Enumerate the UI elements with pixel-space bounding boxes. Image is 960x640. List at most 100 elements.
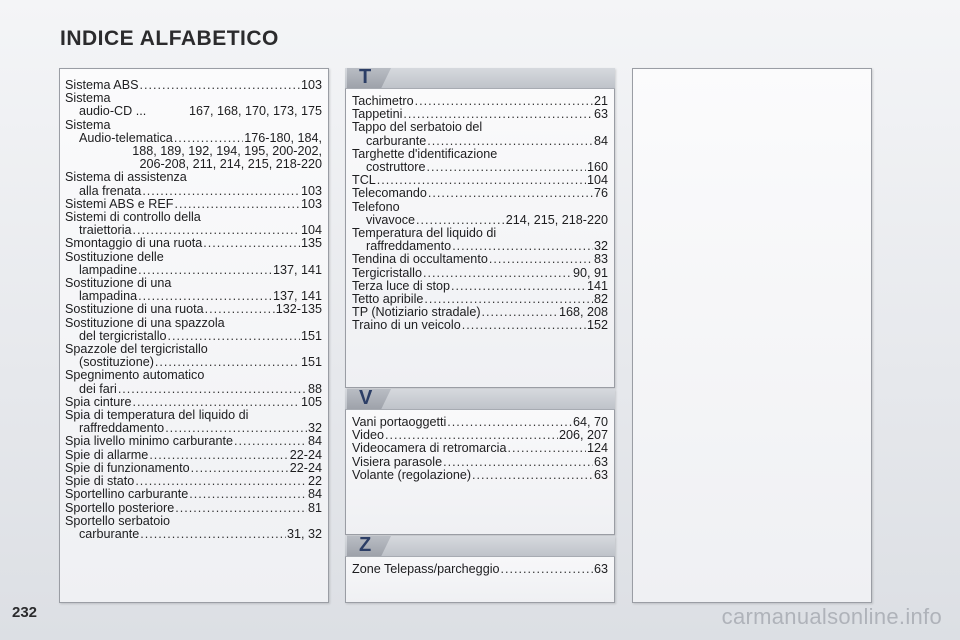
entry-line: Zone Telepass/parcheggio 63 [352, 562, 608, 576]
dot-leader [140, 79, 300, 92]
page-reference: 88 [307, 381, 322, 396]
entry-term: Spazzole del tergicristallo [65, 342, 208, 357]
page-reference: 167, 168, 170, 173, 175 [188, 104, 322, 119]
page-reference: 84 [307, 434, 322, 449]
section-letter: V [359, 387, 373, 409]
section-t: T Tachimetro21Tappetini63Tappo del serba… [345, 66, 615, 388]
page-reference: 63 [593, 562, 608, 576]
page-reference: 83 [593, 252, 608, 267]
dot-leader [234, 435, 307, 448]
index-entry-list: Zone Telepass/parcheggio 63 [352, 562, 608, 576]
entry-term: dei fari [79, 381, 117, 396]
index-entry: Zone Telepass/parcheggio 63 [352, 562, 608, 576]
entry-line: Sistema di assistenza [65, 171, 322, 184]
index-entry-list: Tachimetro21Tappetini63Tappo del serbato… [352, 94, 608, 333]
section-letter: Z [359, 534, 372, 556]
index-entry-list: Vani portaoggetti64, 70Video206, 207Vide… [352, 415, 608, 482]
entry-line: Tendina di occultamento 83 [352, 253, 608, 266]
entry-line: Sistema [65, 118, 322, 132]
page-reference: 103 [300, 78, 322, 92]
index-entry: Sportello serbatoiocarburante 31, 32 [65, 513, 322, 541]
section-letter: T [359, 66, 372, 88]
entry-term: Traino di un veicolo [352, 318, 461, 333]
page-reference: 105 [300, 394, 322, 409]
entry-term: Sostituzione di una spazzola [65, 315, 225, 330]
section-header-bar: T [345, 66, 615, 89]
entry-line: Volante (regolazione) 63 [352, 467, 608, 482]
dot-leader [427, 161, 586, 174]
entry-line: Spegnimento automatico [65, 369, 322, 382]
index-entry: Tergicristallo 90, 91 [352, 265, 608, 280]
index-entry: Sistemi di controllo dellatraiettoria104 [65, 210, 322, 237]
page-reference: 124 [586, 441, 608, 456]
dot-leader [149, 449, 288, 462]
entry-term: Targhette d'identificazione [352, 146, 498, 161]
entry-line: Tappo del serbatoio del [352, 121, 608, 134]
section-header-bar: Z [345, 534, 615, 557]
page-title: INDICE ALFABETICO [60, 27, 279, 50]
entry-line: Sportellino carburante 84 [65, 488, 322, 501]
dot-leader [189, 488, 307, 501]
entry-line: costruttore160 [352, 160, 608, 174]
index-entry: Spegnimento automaticodei fari 88 [65, 369, 322, 396]
entry-term: Sostituzione di una [65, 276, 172, 291]
index-entry: Sostituzione di una spazzola del tergicri… [65, 315, 322, 343]
dot-leader [501, 563, 593, 576]
entry-line: Telefono [352, 200, 608, 214]
dot-leader [140, 528, 286, 541]
dot-leader [443, 456, 593, 469]
page-reference: 137, 141 [272, 262, 322, 277]
index-column-t-v-z: T Tachimetro21Tappetini63Tappo del serba… [345, 66, 615, 603]
page-reference: 76 [593, 186, 608, 201]
dot-leader [415, 95, 593, 108]
entry-term: Tergicristallo [352, 265, 422, 280]
entry-line: alla frenata 103 [65, 183, 322, 198]
entry-line: Sostituzione delle [65, 250, 322, 264]
index-entry: Traino di un veicolo 152 [352, 319, 608, 332]
dot-leader [447, 416, 572, 429]
page-reference: 151 [300, 328, 322, 343]
entry-line: Visiera parasole 63 [352, 454, 608, 469]
section-z: Z Zone Telepass/parcheggio 63 [345, 534, 615, 603]
dot-leader [423, 267, 572, 280]
entry-term: Videocamera di retromarcia [352, 441, 507, 456]
page-reference: 151 [300, 355, 322, 370]
entry-term: alla frenata [79, 183, 142, 198]
index-entry: Sportellino carburante 84 [65, 488, 322, 501]
index-entry: Sostituzione di unalampadina137, 141 [65, 276, 322, 303]
page-reference: 103 [300, 196, 322, 211]
entry-line: Tergicristallo 90, 91 [352, 265, 608, 280]
page-number: 232 [12, 604, 38, 621]
index-entry: Spazzole del tergicristallo (sostituzione… [65, 342, 322, 370]
page-reference: 63 [593, 467, 608, 482]
entry-term: Sportellino carburante [65, 487, 189, 502]
page-reference: 31, 32 [286, 526, 322, 541]
page-reference: 81 [307, 500, 322, 515]
index-entry: Spie di allarme 22-24 [65, 447, 322, 462]
entry-line: Sostituzione di una spazzola [65, 315, 322, 330]
index-entry: Sistema audio-CD ... 167, 168, 170, 173, 1… [65, 92, 322, 119]
page-reference: 84 [593, 133, 608, 148]
dot-leader [451, 280, 586, 293]
page-reference: 63 [593, 454, 608, 469]
entry-term: Spia livello minimo carburante [65, 434, 233, 449]
page-reference: 135 [300, 236, 322, 251]
entry-term: Spegnimento automatico [65, 368, 205, 383]
dot-leader [142, 185, 300, 198]
entry-term: Sportello serbatoio [65, 513, 171, 528]
page-reference: 63 [593, 107, 608, 122]
index-entry: Visiera parasole 63 [352, 454, 608, 469]
page-reference: 22-24 [289, 447, 322, 462]
watermark: carmanualsonline.info [721, 604, 942, 629]
entry-term: Zone Telepass/parcheggio [352, 562, 500, 576]
entry-term: Sistemi di controllo della [65, 210, 201, 225]
entry-term: Spie di allarme [65, 447, 149, 462]
page-reference: 214, 215, 218-220 [505, 212, 608, 227]
dot-leader [472, 469, 593, 482]
dot-leader [118, 383, 307, 396]
page-reference: 152 [586, 318, 608, 333]
dot-leader [507, 442, 586, 455]
section-v: V Vani portaoggetti64, 70Video206, 207Vi… [345, 387, 615, 535]
section-header-bar: V [345, 387, 615, 410]
index-entry: Sostituzione dellelampadine137, 141 [65, 250, 322, 277]
